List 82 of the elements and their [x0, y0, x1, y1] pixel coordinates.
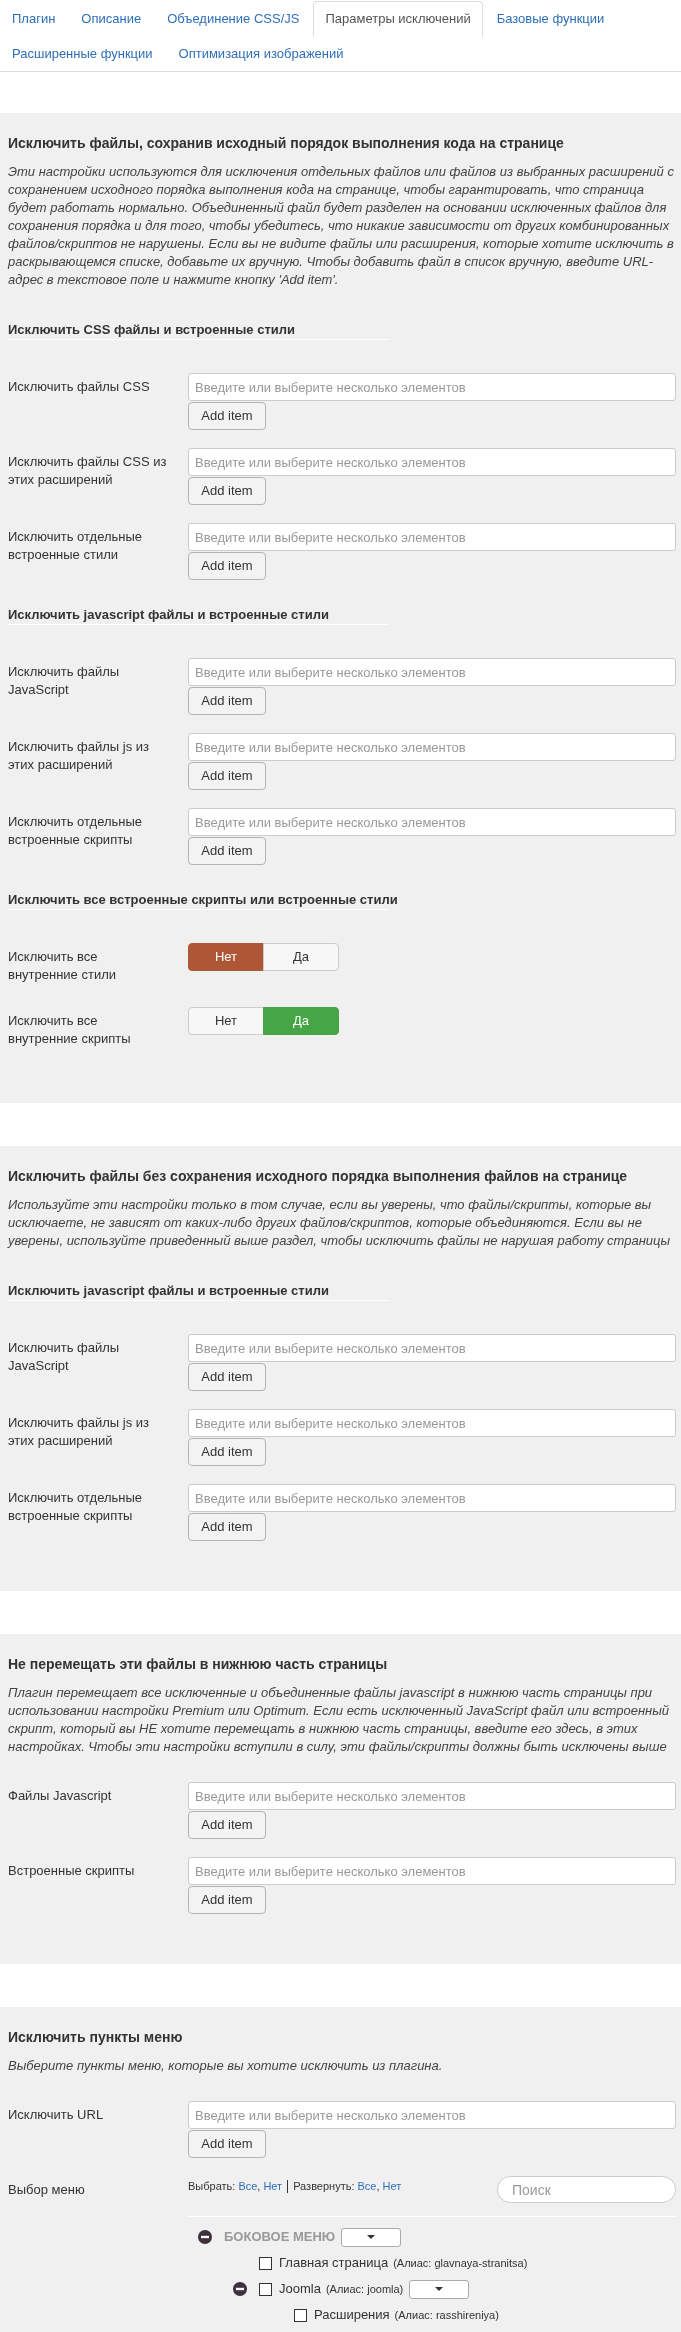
add-item-button[interactable]: Add item — [188, 1811, 266, 1839]
add-item-button[interactable]: Add item — [188, 762, 266, 790]
input-field[interactable]: Введите или выберите несколько элементов — [188, 1484, 676, 1512]
field-label: Исключить файлы CSS — [8, 379, 150, 394]
field-label: Исключить файлы CSS из этих расширений — [8, 454, 167, 487]
input-field[interactable]: Введите или выберите несколько элементов — [188, 658, 676, 686]
section-description: Выберите пункты меню, которые вы хотите исключить из плагина. — [8, 2057, 444, 2075]
action-link[interactable]: Нет — [263, 2179, 283, 2193]
section-heading: Исключить файлы без сохранения исходного порядка выполнения файлов на странице — [8, 1167, 629, 1186]
field-label: Встроенные скрипты — [8, 1863, 135, 1878]
field-label: Исключить все внутренние скрипты — [8, 1013, 131, 1046]
field-label: Исключить файлы js из этих расширений — [8, 1415, 150, 1448]
input-field[interactable]: Введите или выберите несколько элементов — [188, 448, 676, 476]
tab[interactable]: Объединение CSS/JS — [155, 1, 312, 37]
subsection-heading: Исключить CSS файлы и встроенные стили — [8, 321, 295, 339]
section-heading: Исключить файлы, сохранив исходный порядок выполнения кода на странице — [8, 134, 565, 153]
subsection-heading: Исключить все встроенные скрипты или встроенные стили — [8, 891, 398, 909]
add-item-button[interactable]: Add item — [188, 1886, 266, 1914]
checkbox[interactable] — [259, 2282, 272, 2296]
add-item-button[interactable]: Add item — [188, 552, 266, 580]
section-description: Плагин перемещает все исключенные и объединенные файлы javascript в нижнюю часть страницы при использовании настройки Premium или Optimum. Если есть исключенный JavaScript файл или встроенный скрипт, который вы НЕ хотите перемещать в нижнюю часть страницы, введите его здесь, в этих настройках. Чтобы эти настройки вступили в силу, эти файлы/скрипты должны быть исключены выше — [8, 1684, 670, 1756]
toggle-button[interactable]: Нет — [188, 1007, 264, 1035]
field-label: Файлы Javascript — [8, 1788, 112, 1803]
alias-text: (Алиас: rasshireniya) — [394, 2307, 499, 2323]
link-separator: , — [376, 2179, 380, 2193]
action-link[interactable]: Нет — [382, 2179, 402, 2193]
minus-circle-icon[interactable] — [233, 2282, 247, 2296]
input-field[interactable]: Введите или выберите несколько элементов — [188, 1857, 676, 1885]
input-field[interactable]: Введите или выберите несколько элементов — [188, 373, 676, 401]
field-label: Исключить файлы JavaScript — [8, 664, 120, 697]
field-label: Исключить файлы JavaScript — [8, 1340, 120, 1373]
field-label: Исключить все внутренние стили — [8, 949, 117, 982]
input-field[interactable]: Введите или выберите несколько элементов — [188, 523, 676, 551]
add-item-button[interactable]: Add item — [188, 402, 266, 430]
input-field[interactable]: Введите или выберите несколько элементов — [188, 808, 676, 836]
action-label: Развернуть: — [293, 2179, 355, 2193]
field-label: Исключить отдельные встроенные скрипты — [8, 814, 143, 847]
checkbox[interactable] — [294, 2308, 307, 2322]
tab[interactable]: Базовые функции — [484, 1, 617, 37]
add-item-button[interactable]: Add item — [188, 687, 266, 715]
alias-text: (Алиас: joomla) — [325, 2281, 404, 2297]
add-item-button[interactable]: Add item — [188, 1438, 266, 1466]
add-item-button[interactable]: Add item — [188, 1513, 266, 1541]
link-separator: , — [257, 2179, 261, 2193]
section-heading: Исключить пункты меню — [8, 2028, 184, 2047]
section-description: Используйте эти настройки только в том случае, если вы уверены, что файлы/скрипты, которые вы исключаете, не зависят от каких-либо других файлов/скриптов, которые объединяются. Если вы не уверены, используйте приведенный выше раздел, чтобы исключить файлы не нарушая работу страницы — [8, 1196, 672, 1250]
input-field[interactable]: Введите или выберите несколько элементов — [188, 1782, 676, 1810]
menu-title: БОКОВОЕ МЕНЮ — [224, 2228, 336, 2247]
add-item-button[interactable]: Add item — [188, 2130, 266, 2158]
caret-icon — [435, 2287, 444, 2291]
section-heading: Не перемещать эти файлы в нижнюю часть страницы — [8, 1655, 389, 1674]
input-field[interactable]: Введите или выберите несколько элементов — [188, 1409, 676, 1437]
field-label: Исключить отдельные встроенные стили — [8, 529, 143, 562]
alias-text: (Алиас: glavnaya-stranitsa) — [393, 2255, 528, 2271]
input-field[interactable]: Введите или выберите несколько элементов — [188, 1334, 676, 1362]
field-label: Исключить URL — [8, 2107, 104, 2122]
toggle-button[interactable]: Нет — [188, 943, 264, 971]
section-description: Эти настройки используются для исключения отдельных файлов или файлов из выбранных расширений с сохранением исходного порядка выполнения кода на странице, чтобы гарантировать, что страница будет работать нормально. Объединенный файл будет разделен на основании исключенных файлов для сохранения порядка и для того, чтобы убедитесь, что никакие зависимости от других комбинированных файлов/скриптов не нарушены. Если вы не видите файлы или расширения, которые хотите исключить в раскрывающемся списке, добавьте их вручную. Чтобы добавить файл в список вручную, введите URL-адрес в текстовое поле и нажмите кнопку 'Add item'. — [8, 163, 675, 289]
add-item-button[interactable]: Add item — [188, 1363, 266, 1391]
tab[interactable]: Описание — [69, 1, 154, 37]
add-item-button[interactable]: Add item — [188, 837, 266, 865]
minus-circle-icon[interactable] — [198, 2230, 212, 2244]
tab[interactable]: Параметры исключений — [313, 1, 483, 37]
input-field[interactable]: Введите или выберите несколько элементов — [188, 2101, 676, 2129]
field-label: Исключить отдельные встроенные скрипты — [8, 1490, 143, 1523]
action-label: Выбрать: — [188, 2179, 236, 2193]
tab[interactable]: Плагин — [0, 1, 68, 37]
menu-item-label[interactable]: Главная страница — [279, 2253, 389, 2273]
input-field[interactable]: Введите или выберите несколько элементов — [188, 733, 676, 761]
field-label: Выбор меню — [8, 2182, 85, 2197]
menu-item-label[interactable]: Joomla — [279, 2279, 321, 2299]
subsection-heading: Исключить javascript файлы и встроенные стили — [8, 606, 329, 624]
toggle-button[interactable]: Да — [263, 943, 339, 971]
checkbox[interactable] — [259, 2256, 272, 2270]
menu-item-label[interactable]: Расширения — [314, 2305, 390, 2325]
subsection-heading: Исключить javascript файлы и встроенные стили — [8, 1282, 329, 1300]
search-field[interactable]: Поиск — [497, 2176, 676, 2203]
add-item-button[interactable]: Add item — [188, 477, 266, 505]
field-label: Исключить файлы js из этих расширений — [8, 739, 150, 772]
tab[interactable]: Расширенные функции — [0, 36, 165, 72]
caret-icon — [367, 2235, 376, 2239]
tab[interactable]: Оптимизация изображений — [166, 36, 356, 72]
